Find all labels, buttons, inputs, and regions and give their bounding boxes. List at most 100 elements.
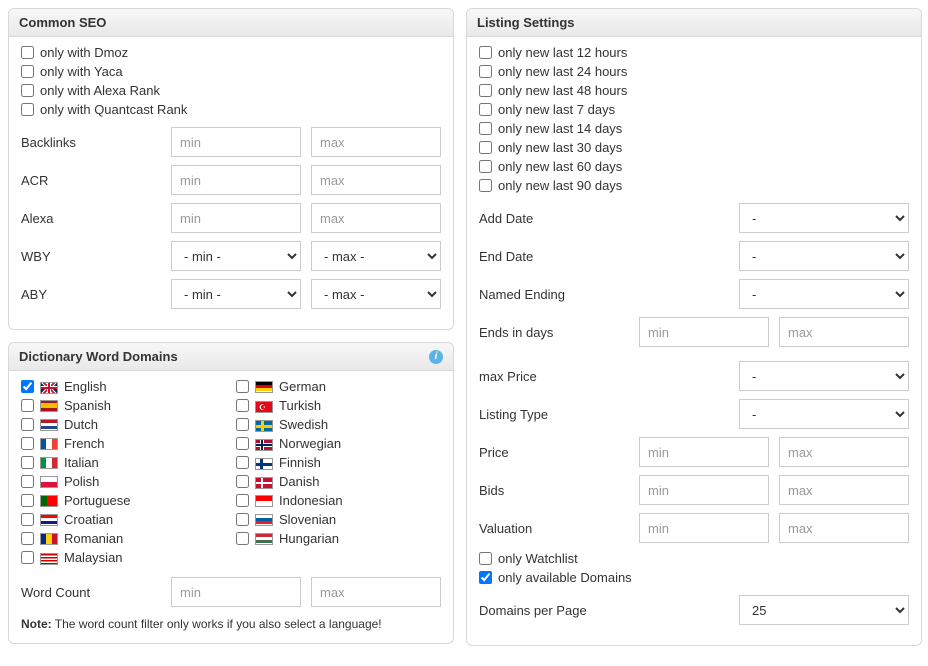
lang-hu-checkbox[interactable] (236, 532, 249, 545)
lang-se[interactable]: Swedish (236, 417, 441, 432)
lang-no-checkbox[interactable] (236, 437, 249, 450)
acr-max[interactable] (311, 165, 441, 195)
lang-it[interactable]: Italian (21, 455, 226, 470)
maxprice-select[interactable]: - (739, 361, 909, 391)
lang-hu[interactable]: Hungarian (236, 531, 441, 546)
lang-my-checkbox[interactable] (21, 551, 34, 564)
lang-dk-checkbox[interactable] (236, 475, 249, 488)
seo-check-3[interactable]: only with Quantcast Rank (21, 102, 441, 117)
flag-de-icon (255, 381, 273, 393)
time-check-0[interactable]: only new last 12 hours (479, 45, 909, 60)
price-min[interactable] (639, 437, 769, 467)
word-count-max[interactable] (311, 577, 441, 607)
lang-nl-checkbox[interactable] (21, 418, 34, 431)
lang-pl-checkbox[interactable] (21, 475, 34, 488)
lang-it-checkbox[interactable] (21, 456, 34, 469)
seo-check-2[interactable]: only with Alexa Rank (21, 83, 441, 98)
lang-ro-checkbox[interactable] (21, 532, 34, 545)
lang-fr[interactable]: French (21, 436, 226, 451)
word-count-min[interactable] (171, 577, 301, 607)
perpage-select[interactable]: 25 (739, 595, 909, 625)
lang-hr[interactable]: Croatian (21, 512, 226, 527)
time-checkbox-4[interactable] (479, 122, 492, 135)
time-checkbox-0[interactable] (479, 46, 492, 59)
lang-pt-checkbox[interactable] (21, 494, 34, 507)
seo-checkbox-0[interactable] (21, 46, 34, 59)
aby-min-select[interactable]: - min - (171, 279, 301, 309)
bids-min[interactable] (639, 475, 769, 505)
aby-max-select[interactable]: - max - (311, 279, 441, 309)
lang-de[interactable]: German (236, 379, 441, 394)
time-check-3[interactable]: only new last 7 days (479, 102, 909, 117)
only-available-check[interactable]: only available Domains (479, 570, 909, 585)
valuation-max[interactable] (779, 513, 909, 543)
alexa-max[interactable] (311, 203, 441, 233)
time-check-2[interactable]: only new last 48 hours (479, 83, 909, 98)
lang-nl[interactable]: Dutch (21, 417, 226, 432)
lang-tr[interactable]: ☪Turkish (236, 398, 441, 413)
lang-id-checkbox[interactable] (236, 494, 249, 507)
wby-min-select[interactable]: - min - (171, 241, 301, 271)
lang-es[interactable]: Spanish (21, 398, 226, 413)
only-watchlist-checkbox[interactable] (479, 552, 492, 565)
lang-si[interactable]: Slovenian (236, 512, 441, 527)
lang-ro[interactable]: Romanian (21, 531, 226, 546)
lang-no[interactable]: Norwegian (236, 436, 441, 451)
lang-es-checkbox[interactable] (21, 399, 34, 412)
alexa-min[interactable] (171, 203, 301, 233)
endsin-max[interactable] (779, 317, 909, 347)
acr-min[interactable] (171, 165, 301, 195)
lang-fi-checkbox[interactable] (236, 456, 249, 469)
wby-max-select[interactable]: - max - (311, 241, 441, 271)
price-max[interactable] (779, 437, 909, 467)
lang-pt[interactable]: Portuguese (21, 493, 226, 508)
lang-pl[interactable]: Polish (21, 474, 226, 489)
named-ending-select[interactable]: - (739, 279, 909, 309)
time-check-6[interactable]: only new last 60 days (479, 159, 909, 174)
lang-gb-checkbox[interactable] (21, 380, 34, 393)
lang-si-checkbox[interactable] (236, 513, 249, 526)
add-date-select[interactable]: - (739, 203, 909, 233)
panel-dictionary: Dictionary Word Domains i English Spanish… (8, 342, 454, 644)
backlinks-min[interactable] (171, 127, 301, 157)
seo-checkbox-2[interactable] (21, 84, 34, 97)
lang-fr-checkbox[interactable] (21, 437, 34, 450)
panel-title: Dictionary Word Domains (19, 349, 178, 364)
lang-hr-checkbox[interactable] (21, 513, 34, 526)
time-check-4[interactable]: only new last 14 days (479, 121, 909, 136)
only-watchlist-check[interactable]: only Watchlist (479, 551, 909, 566)
time-check-1[interactable]: only new last 24 hours (479, 64, 909, 79)
time-checkbox-2[interactable] (479, 84, 492, 97)
panel-listing-settings: Listing Settings only new last 12 hourso… (466, 8, 922, 646)
lang-id[interactable]: Indonesian (236, 493, 441, 508)
dictionary-note: Note: The word count filter only works i… (21, 617, 441, 631)
lang-tr-checkbox[interactable] (236, 399, 249, 412)
seo-checkbox-3[interactable] (21, 103, 34, 116)
listingtype-select[interactable]: - (739, 399, 909, 429)
time-check-7[interactable]: only new last 90 days (479, 178, 909, 193)
lang-dk[interactable]: Danish (236, 474, 441, 489)
lang-my[interactable]: Malaysian (21, 550, 226, 565)
time-check-5[interactable]: only new last 30 days (479, 140, 909, 155)
bids-max[interactable] (779, 475, 909, 505)
end-date-select[interactable]: - (739, 241, 909, 271)
endsin-min[interactable] (639, 317, 769, 347)
time-checkbox-6[interactable] (479, 160, 492, 173)
info-icon[interactable]: i (429, 350, 443, 364)
lang-se-checkbox[interactable] (236, 418, 249, 431)
time-checkbox-3[interactable] (479, 103, 492, 116)
flag-my-icon (40, 550, 58, 565)
only-available-checkbox[interactable] (479, 571, 492, 584)
seo-checkbox-1[interactable] (21, 65, 34, 78)
seo-check-1[interactable]: only with Yaca (21, 64, 441, 79)
seo-check-0[interactable]: only with Dmoz (21, 45, 441, 60)
time-checkbox-1[interactable] (479, 65, 492, 78)
lang-gb[interactable]: English (21, 379, 226, 394)
time-checkbox-5[interactable] (479, 141, 492, 154)
backlinks-max[interactable] (311, 127, 441, 157)
lang-fi[interactable]: Finnish (236, 455, 441, 470)
valuation-min[interactable] (639, 513, 769, 543)
add-date-label: Add Date (479, 211, 619, 226)
time-checkbox-7[interactable] (479, 179, 492, 192)
lang-de-checkbox[interactable] (236, 380, 249, 393)
